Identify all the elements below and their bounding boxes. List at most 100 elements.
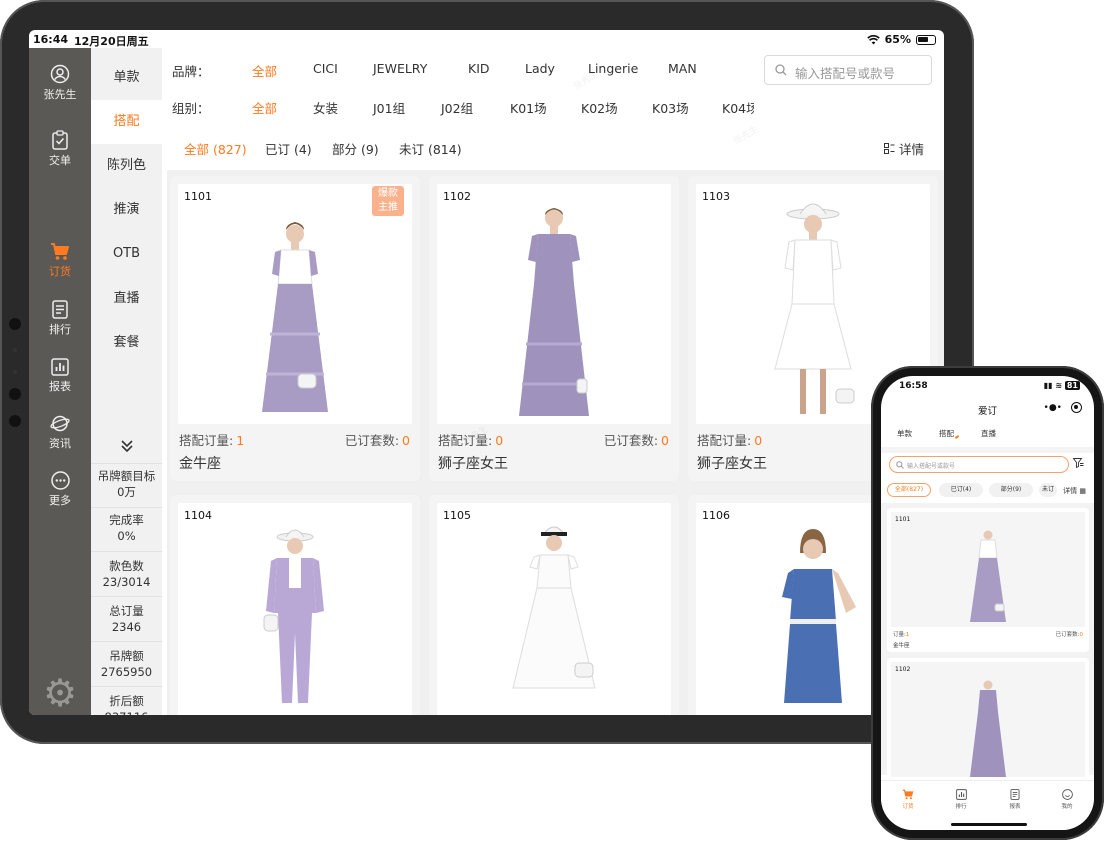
stat-target: 吊牌额目标 0万 xyxy=(91,463,162,507)
brand-option[interactable]: MAN xyxy=(668,61,697,76)
phone-chip-partial[interactable]: 部分(9) xyxy=(989,483,1033,497)
stat-discount-amount: 折后额 837116 xyxy=(91,686,162,715)
group-option[interactable]: K01场 xyxy=(510,98,547,117)
qty-label: 搭配订量: xyxy=(697,433,752,448)
phone-outfit-card[interactable]: 1101 订量:1 已订套数:0 金牛座 xyxy=(887,508,1089,652)
tab-partial[interactable]: 部分 (9) xyxy=(332,139,379,158)
tab-ordered[interactable]: 已订 (4) xyxy=(265,139,312,158)
gear-icon[interactable]: ⚙ xyxy=(43,674,77,712)
user-name: 张先生 xyxy=(43,88,77,101)
phone-nav-mine[interactable]: 我的 xyxy=(1049,789,1085,810)
group-option[interactable]: J02组 xyxy=(441,98,473,117)
phone-detail-button[interactable]: 详情 ▦ xyxy=(1063,486,1086,496)
search-icon xyxy=(896,461,904,469)
sidebar-item-label: 交单 xyxy=(49,154,71,167)
sidebar-item-submit[interactable]: 交单 xyxy=(29,130,91,168)
brand-option[interactable]: Lady xyxy=(525,61,555,76)
subnav-item-simulate[interactable]: 推演 xyxy=(91,188,162,232)
subnav-item-display-color[interactable]: 陈列色 xyxy=(91,144,162,188)
clipboard-icon xyxy=(52,130,68,150)
detail-button[interactable]: 详情 xyxy=(884,139,924,158)
outfit-sets: 已订套数: 0 xyxy=(604,430,669,449)
close-target-icon[interactable] xyxy=(1071,402,1082,413)
status-date: 12月20日周五 xyxy=(74,35,149,48)
stat-label: 总订量 xyxy=(109,604,144,618)
qty-label: 搭配订量: xyxy=(438,433,493,448)
tablet-sensor xyxy=(13,348,17,352)
phone-nav-ranking[interactable]: 排行 xyxy=(943,789,979,810)
subnav-item-outfit[interactable]: 搭配 xyxy=(91,100,162,144)
outfit-card[interactable]: 1105 xyxy=(429,495,679,715)
group-option[interactable]: 全部 xyxy=(252,98,277,117)
phone-tab-single[interactable]: 单款 xyxy=(897,428,912,439)
sub-nav: 单款 搭配 陈列色 推演 OTB 直播 套餐 吊牌额目标 0万 完成率 0% 款… xyxy=(91,48,162,715)
brand-option[interactable]: JEWELRY xyxy=(373,61,427,76)
outfit-sets: 已订套数: 0 xyxy=(345,430,410,449)
brand-option[interactable]: KID xyxy=(468,61,490,76)
tab-all[interactable]: 全部 (827) xyxy=(184,139,247,158)
group-option[interactable]: K02场 xyxy=(581,98,618,117)
phone-outfit-image: 1102 xyxy=(891,662,1085,777)
group-option[interactable]: K03场 xyxy=(652,98,689,117)
outfit-card[interactable]: 1104 xyxy=(170,495,420,715)
stat-label: 完成率 xyxy=(109,513,144,527)
outfit-number: 1103 xyxy=(702,190,730,203)
user-profile-button[interactable]: 张先生 xyxy=(29,64,91,102)
stat-completion: 完成率 0% xyxy=(91,507,162,551)
detail-label: 详情 xyxy=(898,142,924,157)
group-option[interactable]: J01组 xyxy=(373,98,405,117)
stat-value: 837116 xyxy=(91,709,162,715)
sidebar-item-order[interactable]: 订货 xyxy=(29,242,91,279)
tablet-device: 16:44 12月20日周五 65% 张先生 交单 订货 排行 报表 资讯 更多… xyxy=(0,0,974,744)
group-option[interactable]: 女装 xyxy=(313,98,338,117)
tablet-screen: 16:44 12月20日周五 65% 张先生 交单 订货 排行 报表 资讯 更多… xyxy=(29,30,944,715)
search-input[interactable]: 输入搭配号或款号 xyxy=(764,55,932,85)
subnav-item-otb[interactable]: OTB xyxy=(91,232,162,276)
sidebar-item-report[interactable]: 报表 xyxy=(29,358,91,394)
stat-label: 款色数 xyxy=(109,559,144,573)
outfit-card[interactable]: 1101 爆款 主推 搭配订量: 1 已订套数: 0 金牛座 xyxy=(170,176,420,481)
phone-chip-ordered[interactable]: 已订(4) xyxy=(939,483,983,497)
phone-nav-report[interactable]: 报表 xyxy=(997,789,1033,810)
outfit-card[interactable]: 1102 搭配订量: 0 已订套数: 0 狮子座女王 xyxy=(429,176,679,481)
subnav-item-live[interactable]: 直播 xyxy=(91,277,162,321)
sidebar-item-more[interactable]: 更多 xyxy=(29,471,91,508)
chevron-down-icon[interactable] xyxy=(91,438,162,457)
stat-value: 0万 xyxy=(117,485,136,499)
phone-tab-outfit[interactable]: 搭配 xyxy=(939,428,954,439)
battery-icon xyxy=(916,34,936,45)
wifi-icon xyxy=(866,34,880,44)
subnav-item-bundle[interactable]: 套餐 xyxy=(91,321,162,365)
stat-label: 吊牌额 xyxy=(109,649,144,663)
filter-icon[interactable] xyxy=(1072,458,1084,471)
phone-search-placeholder: 输入搭配号或款号 xyxy=(907,463,956,470)
phone-tab-live[interactable]: 直播 xyxy=(981,428,996,439)
stat-label: 折后额 xyxy=(109,694,144,708)
tablet-button xyxy=(9,388,21,400)
tab-unordered[interactable]: 未订 (814) xyxy=(399,139,462,158)
phone-app-title: 爱订 xyxy=(977,406,997,417)
user-icon xyxy=(50,64,70,84)
brand-option[interactable]: 全部 xyxy=(252,61,277,80)
sidebar-item-label: 排行 xyxy=(49,323,71,336)
brand-option[interactable]: CICI xyxy=(313,61,338,76)
phone-chip-unordered[interactable]: 未订 xyxy=(1039,483,1057,497)
sidebar-item-ranking[interactable]: 排行 xyxy=(29,300,91,337)
model-figure xyxy=(262,222,328,412)
phone-nav-order[interactable]: 订货 xyxy=(890,789,926,810)
phone-status-right: ▮▮ ≋ 81 xyxy=(1044,381,1080,390)
brand-option[interactable]: Lingerie xyxy=(588,61,638,76)
phone-chip-all[interactable]: 全部(827) xyxy=(887,483,931,497)
badge-line: 爆款 xyxy=(378,188,398,199)
phone-search-input[interactable]: 输入搭配号或款号 xyxy=(889,456,1069,473)
more-dots-icon[interactable]: •●• xyxy=(1044,403,1062,413)
phone-outfit-card[interactable]: 1102 xyxy=(887,658,1089,788)
sidebar-item-news[interactable]: 资讯 xyxy=(29,414,91,451)
sidebar-item-label: 报表 xyxy=(49,380,71,393)
bar-chart-icon xyxy=(51,358,69,376)
stat-total-qty: 总订量 2346 xyxy=(91,596,162,641)
group-option[interactable]: K04场 xyxy=(722,98,754,117)
tablet-sensor xyxy=(13,370,17,374)
outfit-grid: 1101 爆款 主推 搭配订量: 1 已订套数: 0 金牛座 1102 搭配订量… xyxy=(167,170,944,715)
subnav-item-single[interactable]: 单款 xyxy=(91,56,162,100)
